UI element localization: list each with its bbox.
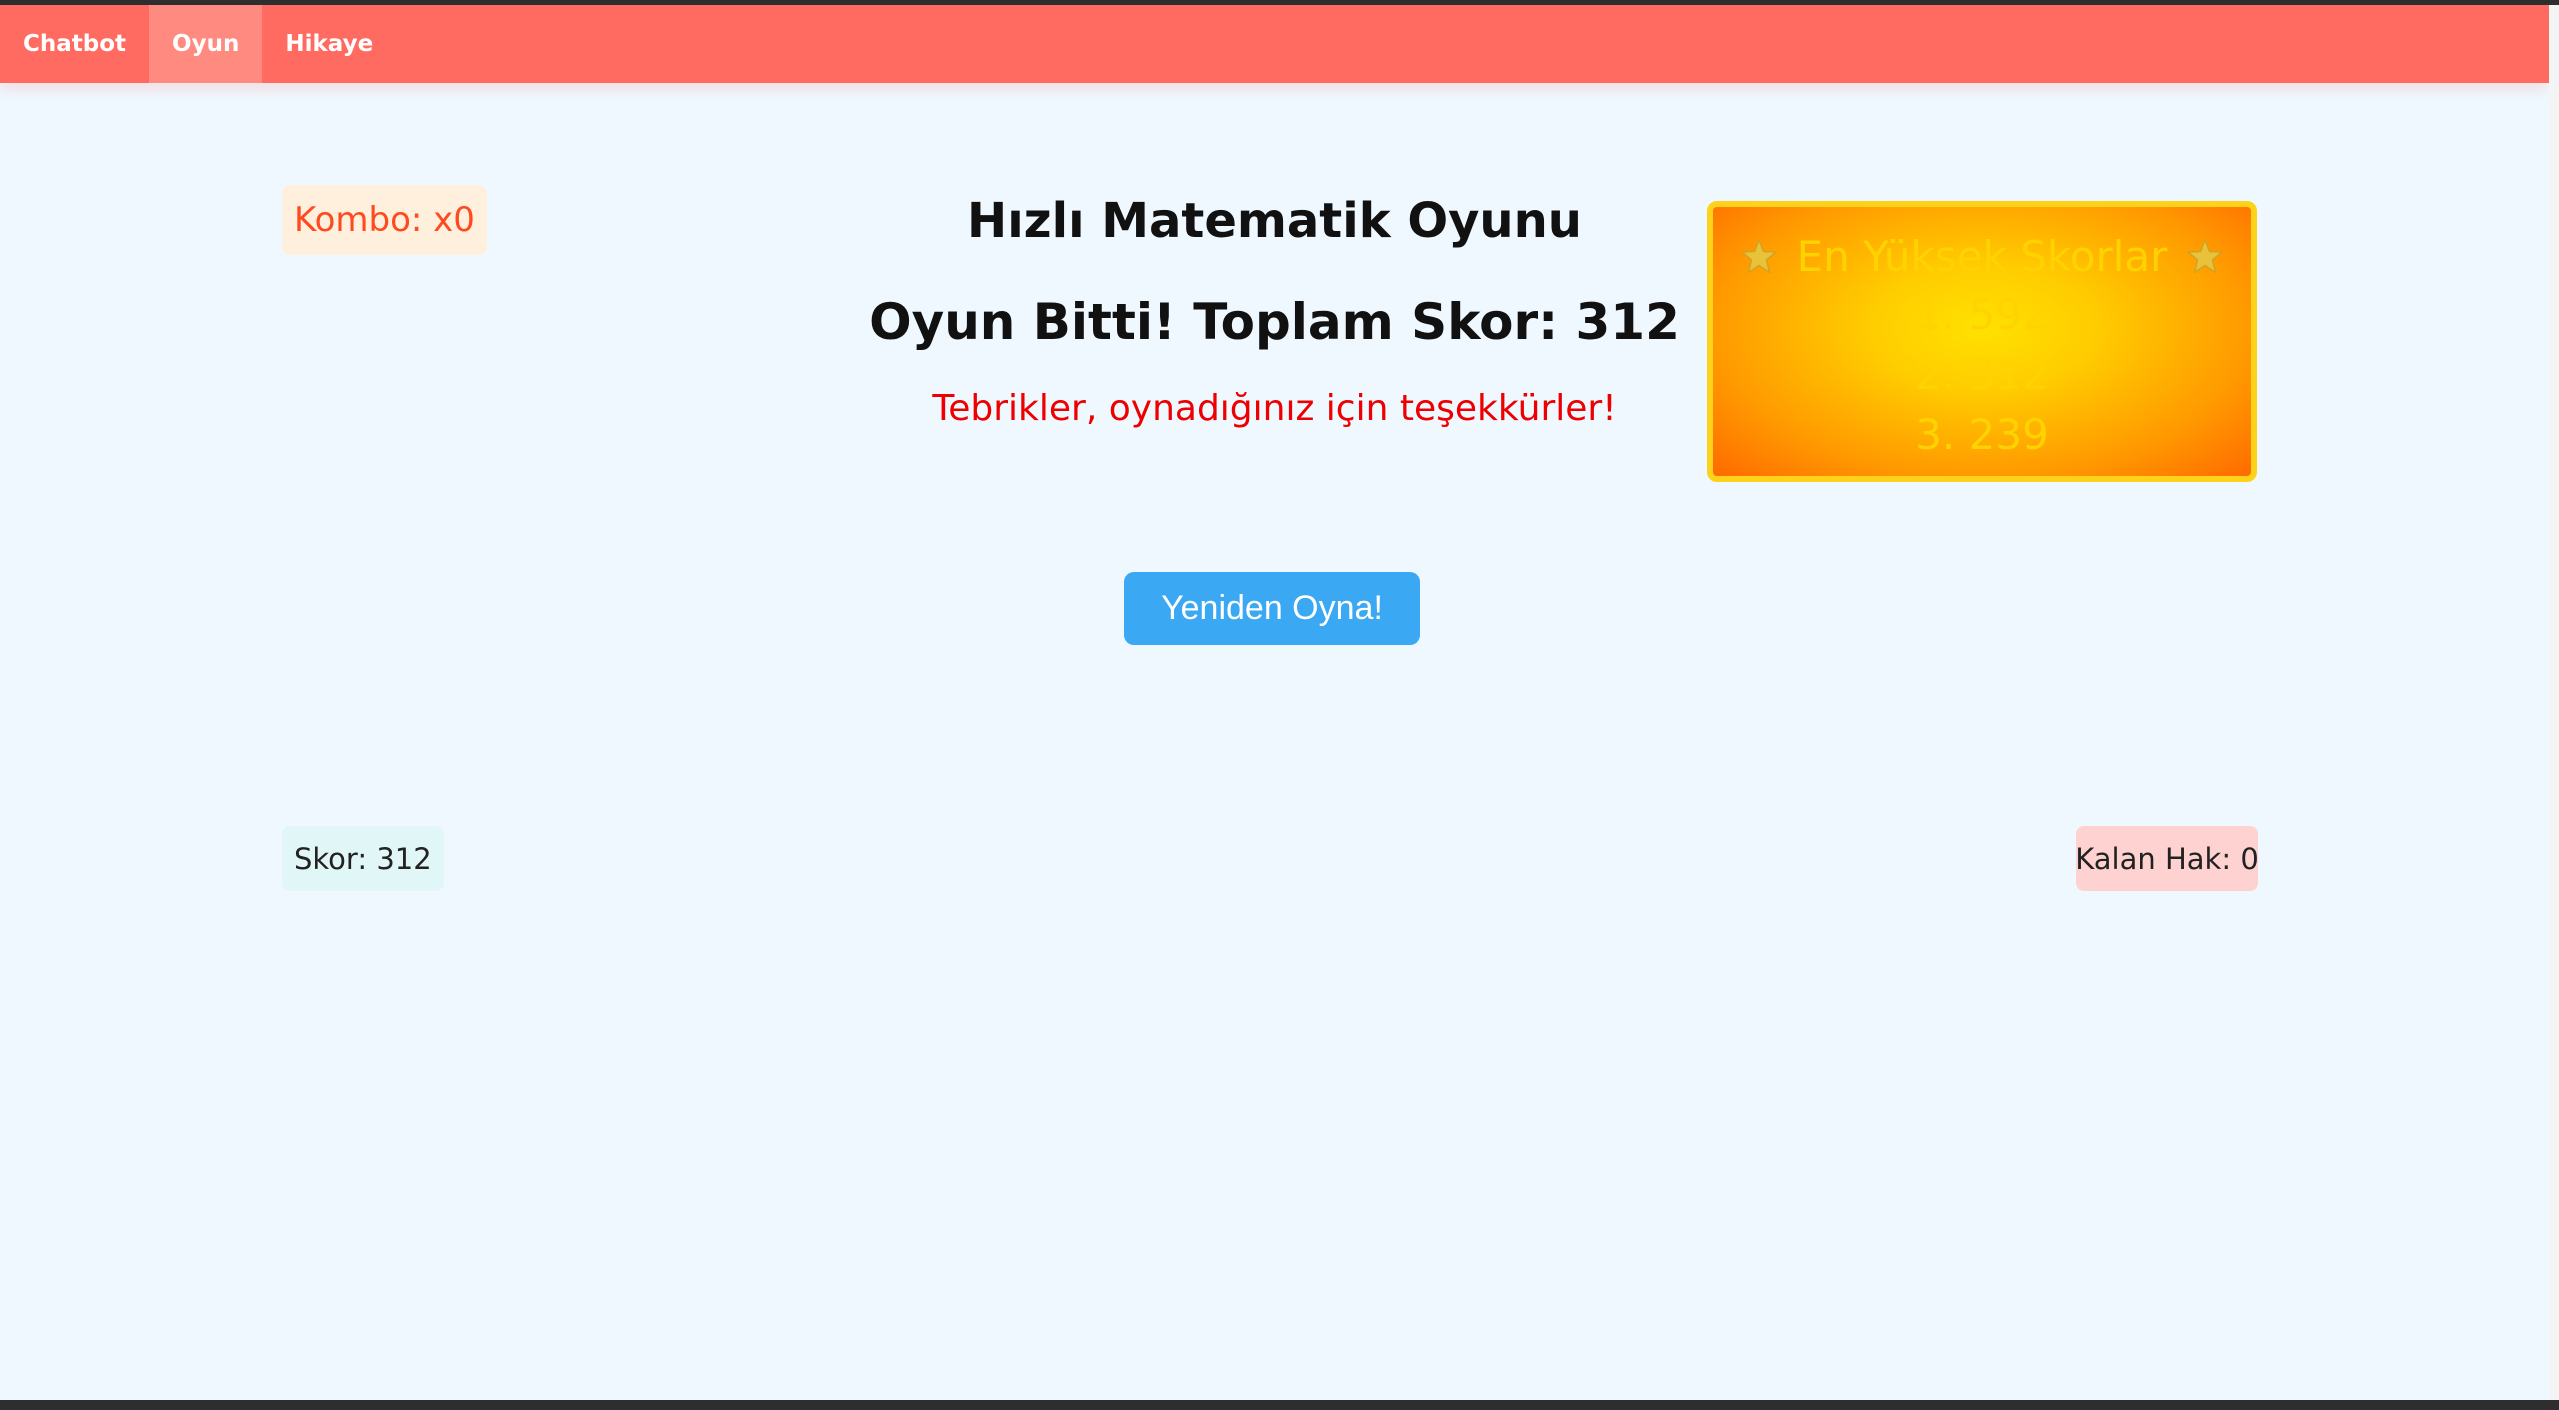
high-score-entry: 2. 312 [1915, 350, 2049, 399]
high-score-entry: 1. 592 [1915, 290, 2049, 339]
high-score-entry: 3. 239 [1915, 410, 2049, 459]
scrollbar[interactable] [2549, 5, 2559, 1400]
app-viewport: Chatbot Oyun Hikaye Kombo: x0 Hızlı Mate… [0, 5, 2549, 1400]
nav-item-chatbot[interactable]: Chatbot [0, 5, 149, 83]
nav-item-label: Hikaye [285, 31, 374, 57]
high-scores-header: En Yüksek Skorlar [1713, 229, 2251, 285]
lives-remaining-indicator: Kalan Hak: 0 [2075, 826, 2259, 891]
star-icon [1740, 239, 1777, 274]
replay-button[interactable]: Yeniden Oyna! [1124, 572, 1420, 645]
nav-item-hikaye[interactable]: Hikaye [262, 5, 396, 83]
nav-item-label: Chatbot [23, 31, 127, 57]
star-icon [2187, 239, 2224, 274]
nav-item-label: Oyun [172, 31, 240, 57]
nav-item-oyun[interactable]: Oyun [149, 5, 263, 83]
score-indicator: Skor: 312 [282, 826, 444, 891]
high-scores-title: En Yüksek Skorlar [1796, 232, 2168, 281]
high-scores-panel: En Yüksek Skorlar 1. 592 2. 312 3. 239 [1707, 201, 2257, 482]
top-navbar: Chatbot Oyun Hikaye [0, 5, 2549, 83]
